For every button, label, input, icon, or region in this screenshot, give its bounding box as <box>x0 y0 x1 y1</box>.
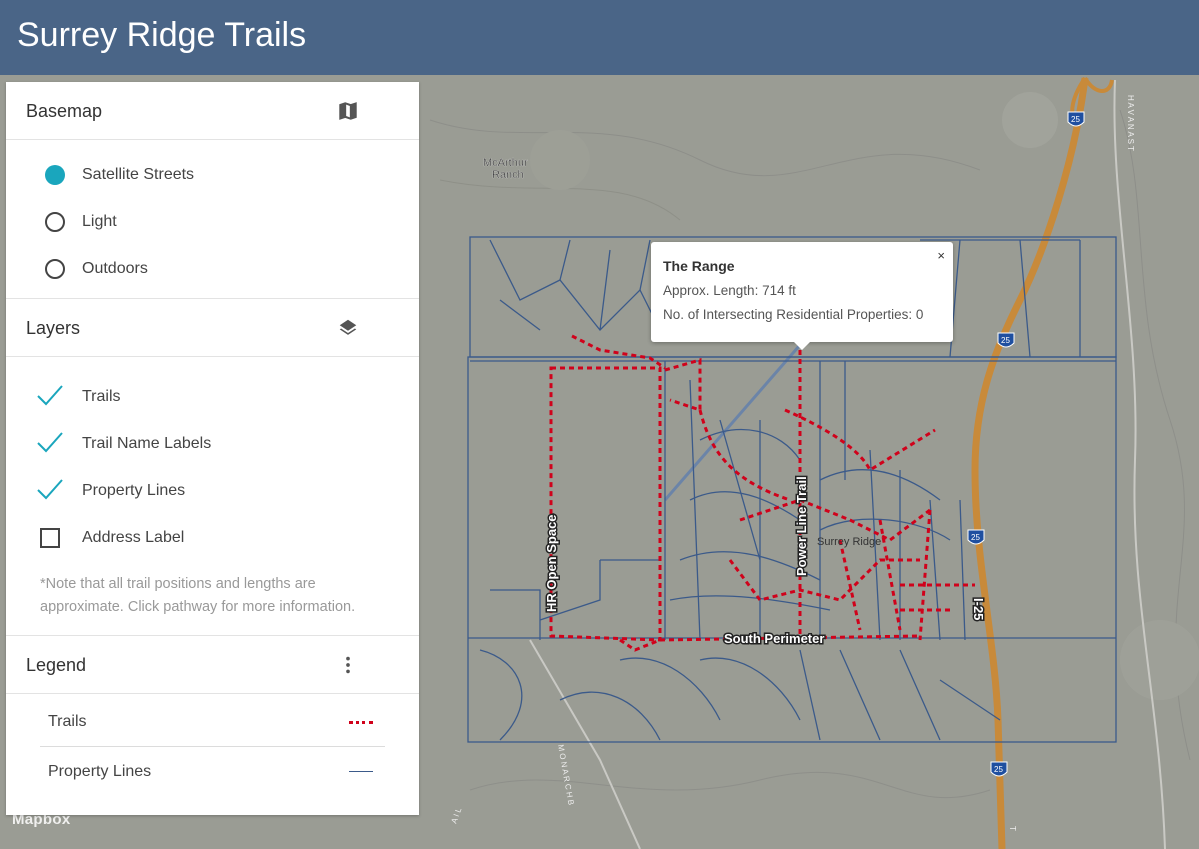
place-label-surrey: Surrey Ridge <box>817 536 881 548</box>
radio-selected[interactable] <box>45 165 65 185</box>
legend-list: Trails Property Lines <box>6 694 419 796</box>
shield-icon: 25 <box>1067 111 1085 127</box>
shield-label: 25 <box>994 765 1003 774</box>
trail-label-hr-text: HR Open Space <box>544 514 559 612</box>
shield-label: 25 <box>971 533 980 542</box>
layer-label: Property Lines <box>82 482 186 499</box>
popup-title: The Range <box>663 258 735 274</box>
layer-property-lines[interactable]: Property Lines <box>6 467 419 514</box>
road-label-i25: I-25 <box>970 597 988 622</box>
legend-item-property-lines: Property Lines <box>40 747 385 796</box>
layers-title: Layers <box>26 318 81 338</box>
road-label-i25-text: I-25 <box>971 598 986 620</box>
trail-label-hr[interactable]: HR Open Space <box>543 513 561 614</box>
layer-label: Address Label <box>82 529 185 546</box>
check-icon[interactable] <box>36 430 64 454</box>
shield-icon: 25 <box>967 529 985 545</box>
popup-properties: No. of Intersecting Residential Properti… <box>663 307 924 322</box>
shield-icon: 25 <box>997 332 1015 348</box>
legend-swatch-property <box>349 771 373 772</box>
basemap-option-label: Satellite Streets <box>82 166 195 183</box>
popup-length: Approx. Length: 714 ft <box>663 283 796 298</box>
legend-item-trails: Trails <box>40 697 385 747</box>
layer-trails[interactable]: Trails <box>6 373 419 420</box>
layers-header[interactable]: Layers <box>6 299 419 357</box>
shield-label: 25 <box>1071 115 1080 124</box>
place-label-mcarthur-2: Ranch <box>492 169 524 181</box>
shield-icon: 25 <box>990 761 1008 777</box>
legend-swatch-trails <box>349 721 373 724</box>
map-icon <box>339 102 357 120</box>
layers-note: *Note that all trail positions and lengt… <box>6 561 419 636</box>
close-icon[interactable]: × <box>937 248 945 263</box>
more-vertical-icon[interactable] <box>337 654 359 676</box>
road-label-havana: H A V A N A S T <box>1126 95 1135 151</box>
road-label-trail-s: T <box>1008 826 1017 831</box>
basemap-option-label: Outdoors <box>82 260 148 277</box>
layer-address-label[interactable]: Address Label <box>6 514 419 561</box>
layer-trail-name-labels[interactable]: Trail Name Labels <box>6 420 419 467</box>
place-label-mcarthur-1: McArthur <box>483 157 528 169</box>
check-icon[interactable] <box>36 383 64 407</box>
basemap-options: Satellite Streets Light Outdoors <box>6 140 419 299</box>
trail-label-power[interactable]: Power Line Trail <box>793 475 811 578</box>
radio-unselected[interactable] <box>45 212 65 232</box>
popup-tip <box>794 342 810 350</box>
app-title: Surrey Ridge Trails <box>17 16 307 54</box>
trail-label-power-text: Power Line Trail <box>794 476 809 576</box>
legend-label: Trails <box>48 713 87 730</box>
layer-label: Trail Name Labels <box>82 435 212 452</box>
check-icon[interactable] <box>36 477 64 501</box>
layers-icon <box>339 319 357 335</box>
trail-popup: × The Range Approx. Length: 714 ft No. o… <box>651 242 953 350</box>
basemap-option-label: Light <box>82 213 117 230</box>
basemap-option-light[interactable]: Light <box>6 198 419 245</box>
layer-label: Trails <box>82 388 121 405</box>
legend-title: Legend <box>26 655 87 675</box>
layer-list: Trails Trail Name Labels Property Lines … <box>6 357 419 561</box>
trail-label-south[interactable]: South Perimeter <box>723 630 826 648</box>
basemap-header[interactable]: Basemap <box>6 82 419 140</box>
basemap-title: Basemap <box>26 101 103 121</box>
checkbox-unchecked[interactable] <box>40 528 60 548</box>
radio-unselected[interactable] <box>45 259 65 279</box>
shield-label: 25 <box>1001 336 1010 345</box>
basemap-option-satellite[interactable]: Satellite Streets <box>6 151 419 198</box>
app-header: Surrey Ridge Trails <box>0 0 1199 75</box>
basemap-option-outdoors[interactable]: Outdoors <box>6 245 419 292</box>
legend-label: Property Lines <box>48 763 152 780</box>
control-panel: Basemap Satellite Streets Light Outdoors… <box>6 82 419 815</box>
legend-header[interactable]: Legend <box>6 636 419 694</box>
